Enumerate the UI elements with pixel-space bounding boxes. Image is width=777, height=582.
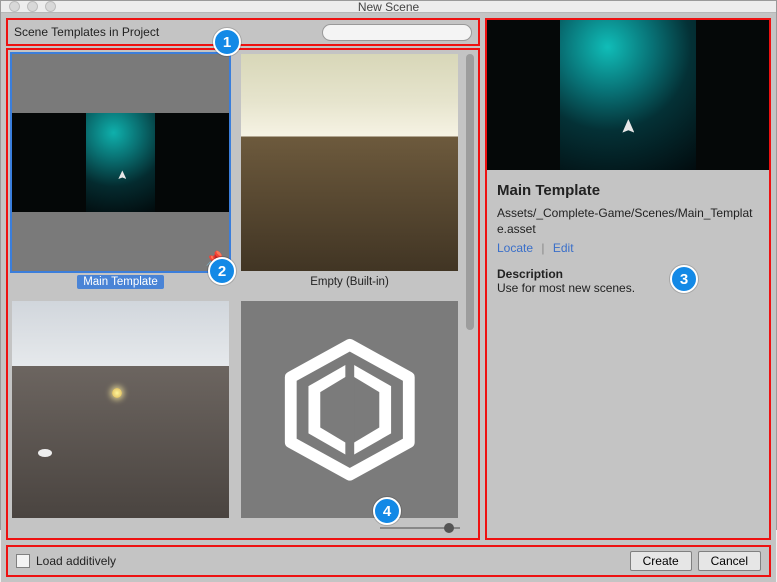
create-button[interactable]: Create <box>630 551 692 571</box>
template-label: Empty (Built-in) <box>304 275 395 289</box>
search-input[interactable] <box>333 25 479 39</box>
callout-badge-2: 2 <box>208 257 236 285</box>
edit-link[interactable]: Edit <box>553 241 574 255</box>
template-thumbnail <box>241 54 458 271</box>
templates-grid-panel: 📌 Main Template Empty (Built-in) <box>6 48 480 540</box>
search-field-wrapper[interactable] <box>322 24 472 41</box>
templates-header-label: Scene Templates in Project <box>14 25 159 39</box>
template-tile[interactable] <box>241 301 458 518</box>
callout-badge-1: 1 <box>213 28 241 56</box>
template-label: Main Template <box>77 275 164 289</box>
window-title: New Scene <box>1 0 776 14</box>
unity-logo-icon <box>276 336 424 484</box>
callout-badge-4: 4 <box>373 497 401 525</box>
template-tile-empty[interactable]: Empty (Built-in) <box>241 54 458 289</box>
dialog-footer: Load additively Create Cancel <box>6 545 771 577</box>
locate-link[interactable]: Locate <box>497 241 533 255</box>
titlebar: New Scene <box>1 1 776 13</box>
description-body: Use for most new scenes. <box>497 281 759 295</box>
templates-header: Scene Templates in Project <box>6 18 480 46</box>
template-tile[interactable] <box>12 301 229 518</box>
template-thumbnail: 📌 <box>12 54 229 271</box>
vertical-scrollbar[interactable] <box>464 54 476 514</box>
template-thumbnail <box>12 301 229 518</box>
new-scene-dialog: New Scene Scene Templates in Project <box>0 0 777 530</box>
details-title: Main Template <box>497 182 759 199</box>
load-additively-checkbox[interactable] <box>16 554 30 568</box>
template-tile-main[interactable]: 📌 Main Template <box>12 54 229 289</box>
description-header: Description <box>497 267 759 281</box>
details-asset-path: Assets/_Complete-Game/Scenes/Main_Templa… <box>497 205 759 237</box>
cancel-button[interactable]: Cancel <box>698 551 761 571</box>
link-separator: | <box>541 241 544 255</box>
template-thumbnail <box>241 301 458 518</box>
callout-badge-3: 3 <box>670 265 698 293</box>
load-additively-label: Load additively <box>36 554 116 568</box>
template-preview <box>487 20 769 170</box>
template-details-panel: Main Template Assets/_Complete-Game/Scen… <box>485 18 771 540</box>
